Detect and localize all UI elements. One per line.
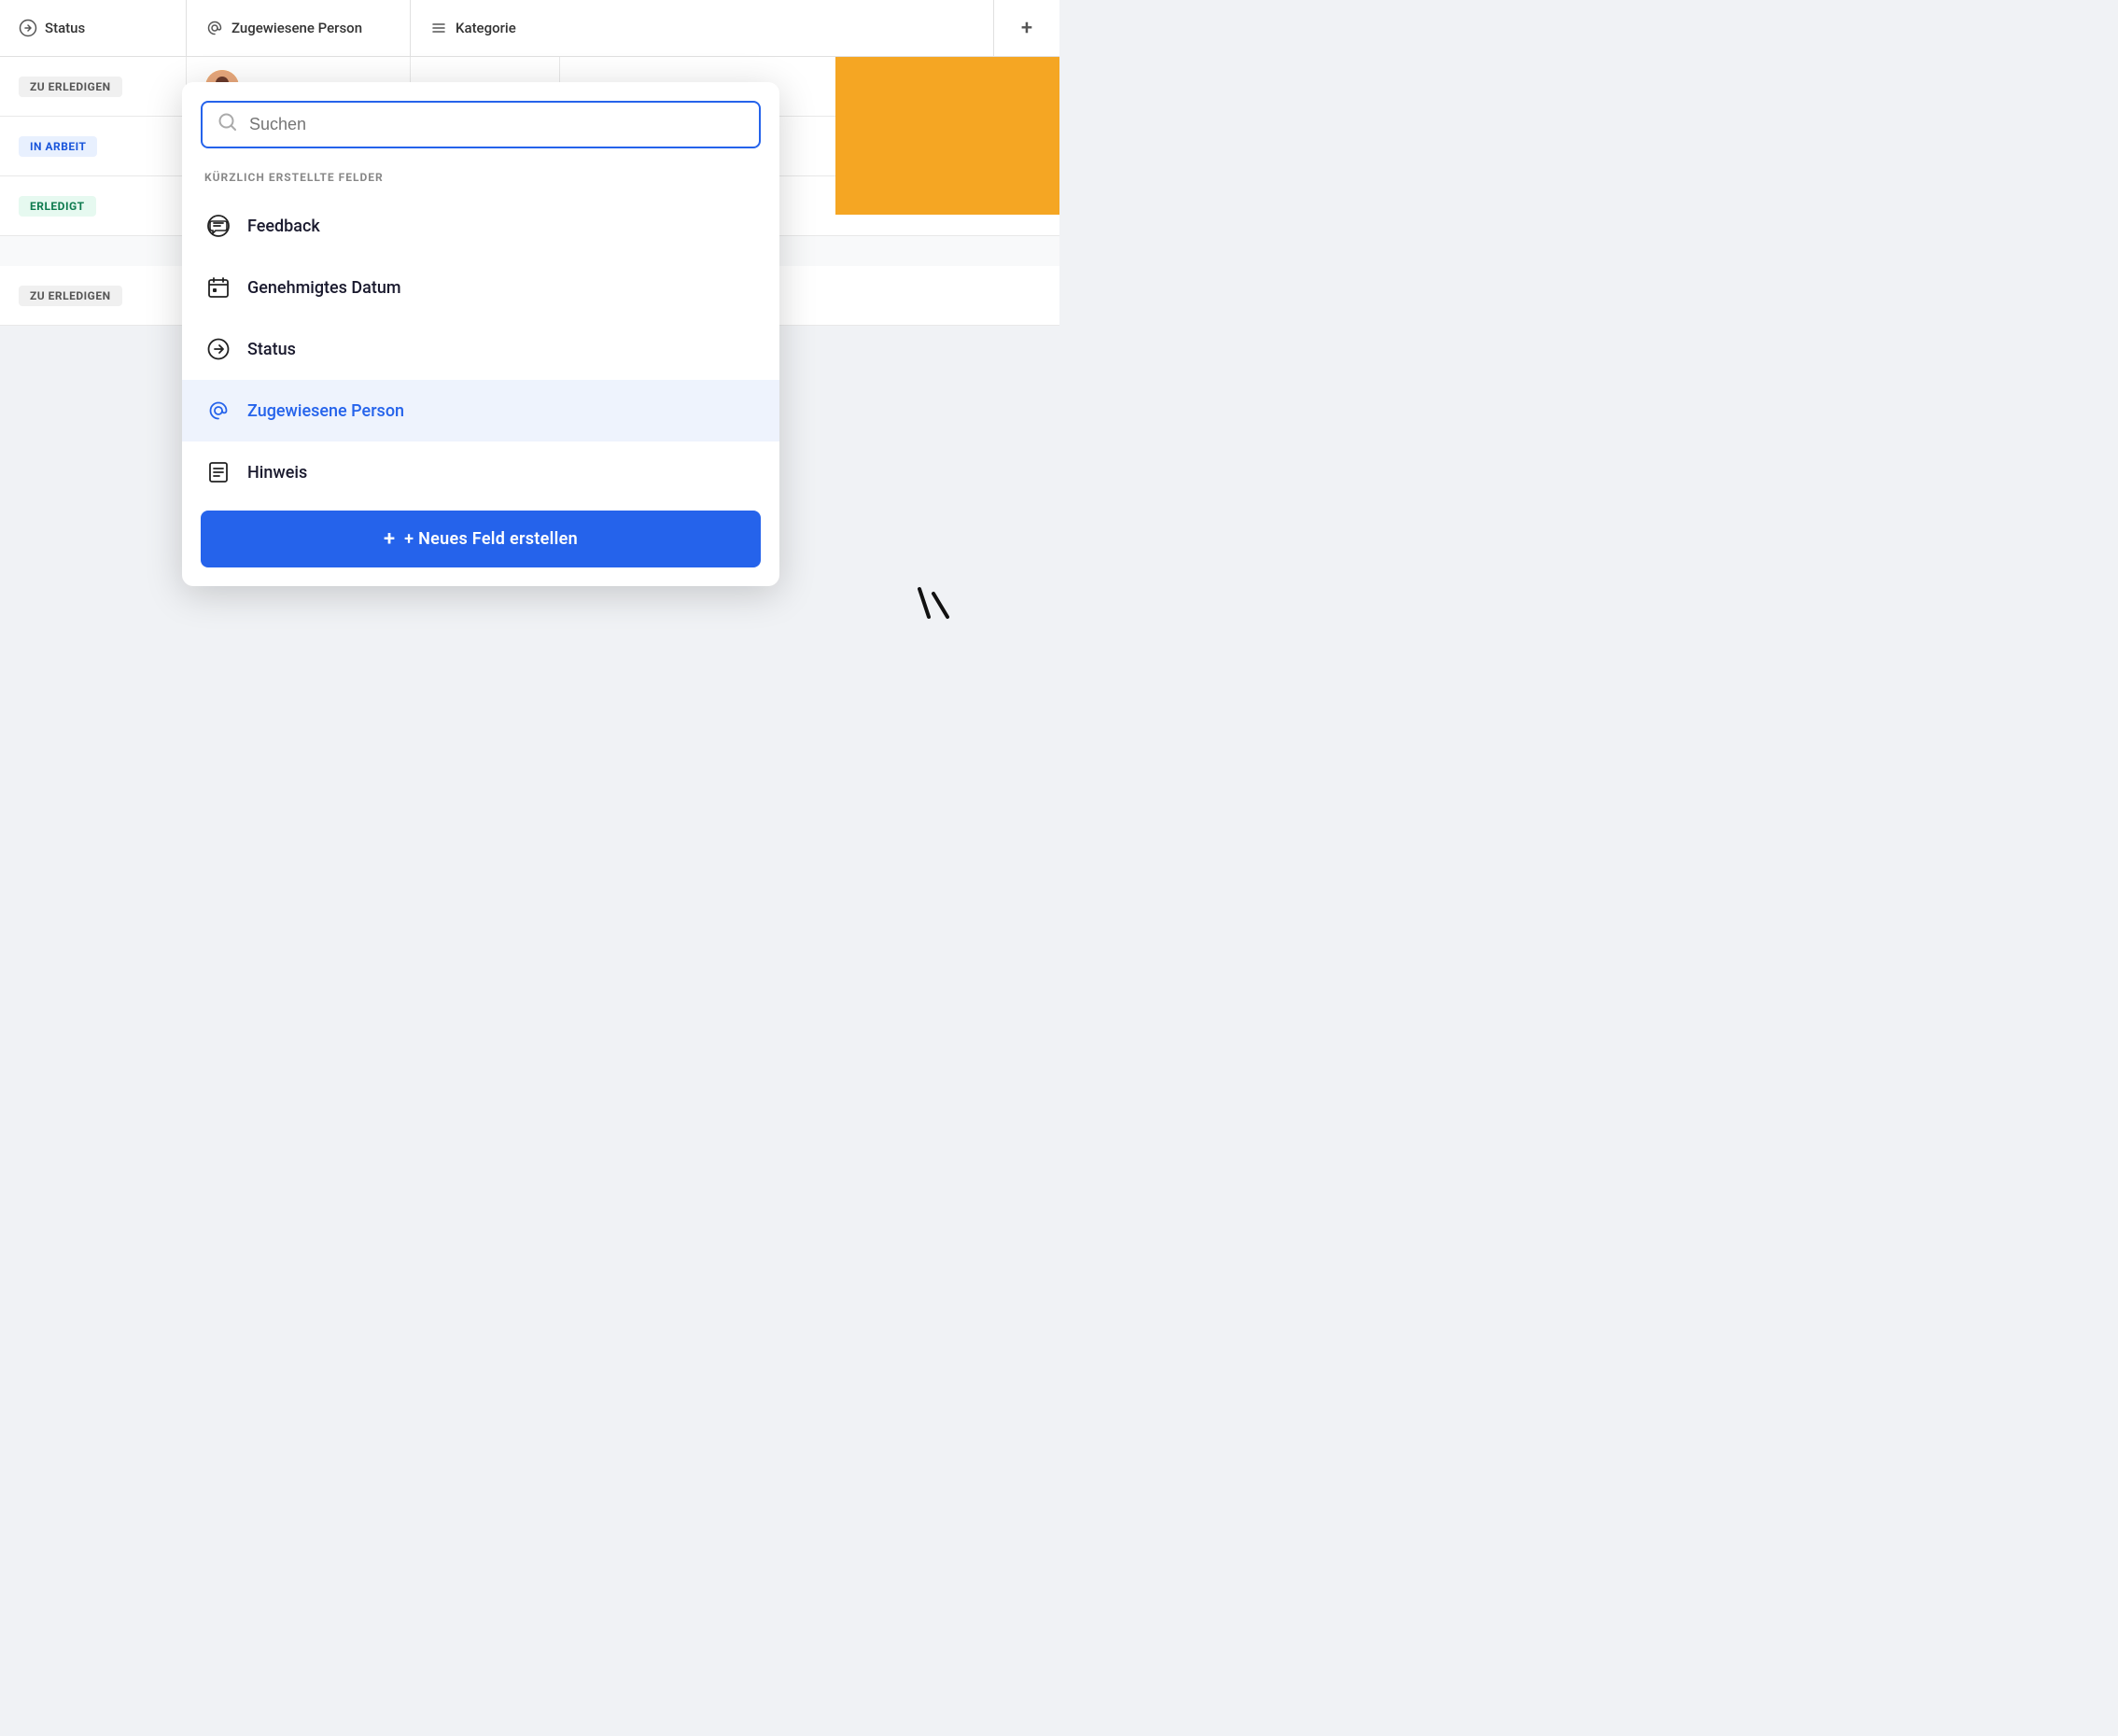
plus-create-icon: + [384,527,395,551]
field-picker-dropdown: KÜRZLICH ERSTELLTE FELDER Feedback Geneh… [182,82,779,586]
dropdown-item-approved-date-label: Genehmigtes Datum [247,278,401,298]
calendar-icon [204,273,232,301]
header-assigned-label: Zugewiesene Person [231,20,362,36]
add-column-button[interactable]: + [994,0,1059,56]
search-icon [217,112,238,137]
circle-arrow-icon [19,19,37,37]
status-badge-done: ERLEDIGT [19,196,96,217]
header-status-label: Status [45,20,85,36]
header-category: Kategorie [411,0,994,56]
at-icon [205,19,224,37]
dropdown-item-status[interactable]: Status [182,318,779,380]
dropdown-item-hint[interactable]: Hinweis [182,441,779,503]
dropdown-item-feedback[interactable]: Feedback [182,195,779,257]
dropdown-item-status-label: Status [247,340,296,359]
status-badge-inprogress: IN ARBEIT [19,136,97,157]
chat-icon [204,212,232,240]
lines-icon [429,19,448,37]
note-icon [204,458,232,486]
search-section [182,82,779,163]
cursor-annotation [891,575,966,635]
search-input-wrapper[interactable] [201,101,761,148]
dropdown-item-assigned[interactable]: Zugewiesene Person [182,380,779,441]
status-badge-todo: ZU ERLEDIGEN [19,77,122,97]
header-assigned: Zugewiesene Person [187,0,411,56]
create-field-label: + Neues Feld erstellen [404,529,578,549]
status-badge-todo-2: ZU ERLEDIGEN [19,286,122,306]
status-cell-2: IN ARBEIT [0,117,187,175]
section-label: KÜRZLICH ERSTELLTE FELDER [182,163,779,195]
status-cell-4: ZU ERLEDIGEN [0,266,187,325]
table-header: Status Zugewiesene Person Kategorie + [0,0,1059,57]
create-field-button[interactable]: + + Neues Feld erstellen [201,511,761,567]
dropdown-item-assigned-label: Zugewiesene Person [247,401,404,421]
header-status: Status [0,0,187,56]
dropdown-item-hint-label: Hinweis [247,463,307,483]
dropdown-item-approved-date[interactable]: Genehmigtes Datum [182,257,779,318]
status-cell-3: ERLEDIGT [0,176,187,235]
at-item-icon [204,397,232,425]
plus-icon: + [1021,17,1032,40]
status-cell-1: ZU ERLEDIGEN [0,57,187,116]
dropdown-item-feedback-label: Feedback [247,217,320,236]
header-category-label: Kategorie [456,20,516,36]
circle-arrow-item-icon [204,335,232,363]
search-input[interactable] [249,115,744,134]
